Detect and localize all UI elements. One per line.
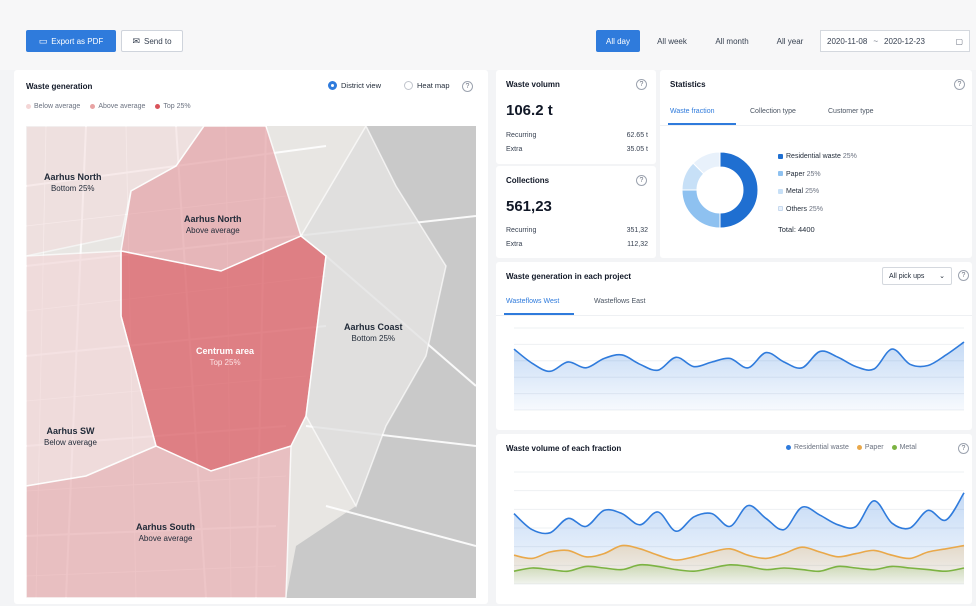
- tab-wasteflows-west[interactable]: Wasteflows West: [506, 298, 559, 305]
- extra-value: 35.05 t: [626, 146, 648, 153]
- district-map[interactable]: Aarhus North Bottom 25% Aarhus North Above…: [26, 126, 476, 598]
- project-chart-card: Waste generation in each project All pic…: [496, 262, 972, 430]
- extra-value: 112,32: [627, 241, 648, 248]
- period-all-month[interactable]: All month: [704, 30, 760, 52]
- legend-metal: Metal 25%: [778, 183, 857, 201]
- tab-divider: [496, 315, 972, 316]
- radio-empty-icon: [404, 81, 413, 90]
- legend-residential: Residential waste: [786, 444, 849, 451]
- collections-title: Collections: [506, 176, 550, 185]
- recurring-label: Recurring: [506, 132, 537, 139]
- mail-icon: ✉: [132, 35, 140, 46]
- waste-volume-value: 106.2 t: [506, 102, 553, 119]
- legend-below-average: Below average: [26, 103, 80, 110]
- legend-paper: Paper 25%: [778, 166, 857, 184]
- pickups-dropdown-value: All pick ups: [889, 272, 925, 280]
- chevron-down-icon: ⌄: [939, 273, 945, 280]
- help-icon[interactable]: ?: [636, 175, 647, 186]
- donut-total: Total: 4400: [778, 225, 815, 234]
- legend-residential: Residential waste 25%: [778, 148, 857, 166]
- region-label-aarhus-north-w: Aarhus North Bottom 25%: [44, 172, 102, 193]
- tab-customer-type[interactable]: Customer type: [828, 108, 874, 115]
- radio-selected-icon: [328, 81, 337, 90]
- district-view-radio[interactable]: District view: [328, 81, 381, 90]
- export-pdf-button[interactable]: ▭ Export as PDF: [26, 30, 116, 52]
- help-icon[interactable]: ?: [958, 443, 969, 454]
- recurring-value: 62.65 t: [626, 132, 648, 139]
- fraction-chart-card: Waste volume of each fraction Residentia…: [496, 434, 972, 604]
- donut-slice-0: [719, 151, 759, 229]
- collections-value: 561,23: [506, 198, 552, 215]
- legend-metal: Metal: [891, 444, 917, 451]
- export-pdf-label: Export as PDF: [51, 36, 104, 46]
- map-legend: Below average Above average Top 25%: [26, 103, 191, 110]
- tab-waste-fraction[interactable]: Waste fraction: [670, 108, 714, 115]
- tab-collection-type[interactable]: Collection type: [750, 108, 796, 115]
- file-icon: ▭: [38, 35, 48, 46]
- collections-card: Collections ? 561,23 Recurring 351,32 Ex…: [496, 166, 656, 258]
- waste-volume-card: Waste volumn ? 106.2 t Recurring 62.65 t…: [496, 70, 656, 164]
- help-icon[interactable]: ?: [462, 81, 473, 92]
- waste-generation-title: Waste generation: [26, 82, 93, 91]
- district-view-label: District view: [341, 81, 382, 90]
- tab-wasteflows-east[interactable]: Wasteflows East: [594, 298, 645, 305]
- statistics-title: Statistics: [670, 80, 706, 89]
- region-label-aarhus-coast: Aarhus Coast Bottom 25%: [344, 322, 403, 343]
- period-all-day[interactable]: All day: [596, 30, 640, 52]
- statistics-card: Statistics ? Waste fraction Collection t…: [660, 70, 972, 258]
- period-all-year[interactable]: All year: [768, 30, 812, 52]
- recurring-value: 351,32: [626, 227, 648, 234]
- series-area-0: [514, 342, 964, 410]
- region-label-centrum: Centrum area Top 25%: [196, 346, 255, 367]
- legend-above-average: Above average: [90, 103, 145, 110]
- period-all-week[interactable]: All week: [648, 30, 696, 52]
- date-range-picker[interactable]: 2020-11-08 ~ 2020-12-23 ▢: [820, 30, 970, 52]
- region-label-aarhus-sw: Aarhus SW Below average: [44, 426, 97, 447]
- toolbar: ▭ Export as PDF ✉ Send to All day All we…: [0, 0, 976, 70]
- project-area-chart: [513, 327, 965, 411]
- legend-paper: Paper: [856, 444, 884, 451]
- region-label-aarhus-north: Aarhus North Above average: [184, 214, 242, 235]
- fraction-area-chart: [513, 471, 965, 585]
- date-to: 2020-12-23: [884, 36, 925, 46]
- waste-fraction-donut: [681, 151, 759, 229]
- region-label-aarhus-south: Aarhus South Above average: [136, 522, 196, 543]
- legend-top-25: Top 25%: [155, 103, 191, 110]
- tab-divider: [660, 125, 972, 126]
- donut-legend: Residential waste 25% Paper 25% Metal 25…: [778, 148, 857, 218]
- help-icon[interactable]: ?: [958, 270, 969, 281]
- extra-label: Extra: [506, 146, 523, 153]
- heat-map-radio[interactable]: Heat map: [404, 81, 450, 90]
- recurring-label: Recurring: [506, 227, 537, 234]
- extra-label: Extra: [506, 241, 523, 248]
- donut-slice-1: [681, 189, 721, 229]
- project-chart-title: Waste generation in each project: [506, 272, 632, 281]
- legend-others: Others 25%: [778, 201, 857, 219]
- date-from: 2020-11-08: [827, 36, 868, 46]
- pickups-dropdown[interactable]: All pick ups ⌄: [882, 267, 952, 285]
- fraction-legend: Residential waste Paper Metal: [786, 444, 917, 451]
- fraction-chart-title: Waste volume of each fraction: [506, 444, 622, 453]
- waste-volume-title: Waste volumn: [506, 80, 560, 89]
- date-separator: ~: [873, 36, 878, 46]
- help-icon[interactable]: ?: [636, 79, 647, 90]
- help-icon[interactable]: ?: [954, 79, 965, 90]
- calendar-icon: ▢: [955, 36, 963, 46]
- send-to-button[interactable]: ✉ Send to: [121, 30, 183, 52]
- heat-map-label: Heat map: [417, 81, 450, 90]
- send-to-label: Send to: [143, 36, 172, 46]
